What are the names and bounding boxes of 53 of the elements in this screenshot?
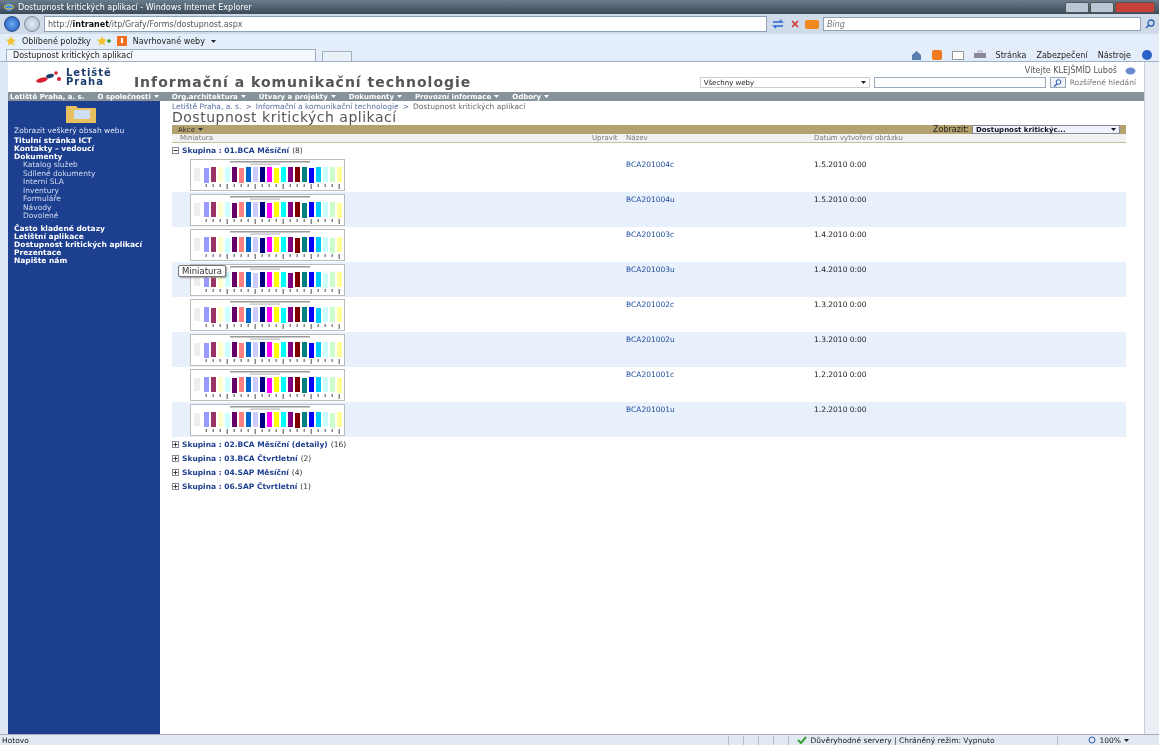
- suggested-sites-button[interactable]: Navrhované weby: [132, 36, 205, 46]
- command-menu[interactable]: Nástroje: [1097, 50, 1131, 60]
- caret-icon: [153, 95, 159, 98]
- check-icon: [796, 736, 807, 744]
- forward-button[interactable]: [24, 16, 40, 32]
- site-search-field[interactable]: [873, 77, 1046, 88]
- caret-icon: [544, 95, 549, 98]
- welcome-menu[interactable]: Vítejte KLEJŠMÍD Luboš: [1024, 66, 1117, 75]
- logo-text: Letiště: [66, 68, 112, 77]
- stop-icon[interactable]: [789, 18, 801, 30]
- minimize-button[interactable]: [1065, 1, 1089, 13]
- refresh-icon[interactable]: [771, 18, 785, 30]
- printer-icon[interactable]: [973, 50, 986, 60]
- caret-icon: [860, 81, 866, 84]
- search-button[interactable]: [1049, 77, 1066, 88]
- page-title: Dostupnost kritických aplikací: [172, 111, 397, 124]
- view-label: Zobrazit:: [933, 125, 969, 134]
- expand-icon[interactable]: [172, 482, 179, 490]
- collapse-icon[interactable]: [172, 146, 179, 154]
- favorites-button[interactable]: Oblíbené položky: [22, 36, 91, 46]
- expand-icon[interactable]: [172, 468, 179, 476]
- folder-icon: [66, 103, 96, 123]
- expand-icon[interactable]: [172, 440, 179, 448]
- command-menu[interactable]: Zabezpečení: [1036, 50, 1088, 60]
- add-favorite-icon[interactable]: [96, 36, 111, 46]
- new-tab-button[interactable]: [322, 51, 352, 61]
- caret-icon: [396, 95, 402, 98]
- suggested-sites-icon: [116, 36, 127, 46]
- maximize-button[interactable]: [1090, 1, 1114, 13]
- zoom-icon[interactable]: [1087, 735, 1097, 745]
- browser-logo-icon: [4, 2, 14, 12]
- caret-icon: [198, 128, 203, 131]
- search-icon[interactable]: [1145, 19, 1155, 29]
- tooltip: Miniatura: [178, 265, 227, 277]
- logo-text: Praha: [66, 77, 104, 86]
- logo-icon: [36, 71, 62, 83]
- address-field[interactable]: http://intranet/itp/Grafy/Forms/dostupnost.aspx: [44, 16, 767, 32]
- mail-icon[interactable]: [951, 50, 964, 60]
- caret-icon: [210, 39, 216, 43]
- browser-tab[interactable]: Dostupnost kritických aplikací: [6, 49, 316, 61]
- search-field[interactable]: Bing: [823, 17, 1141, 31]
- back-button[interactable]: [4, 16, 20, 32]
- caret-icon: [330, 95, 336, 98]
- caret-icon: [1124, 738, 1129, 742]
- home-icon[interactable]: [910, 50, 922, 60]
- window-title: Dostupnost kritických aplikací - Windows Internet Explorer: [18, 2, 252, 12]
- caret-icon: [240, 95, 246, 98]
- star-icon: [6, 36, 16, 46]
- expand-icon[interactable]: [172, 454, 179, 462]
- caret-icon: [1111, 128, 1116, 131]
- site-title: Informační a komunikační technologie: [133, 74, 472, 90]
- command-menu[interactable]: Stránka: [995, 50, 1027, 60]
- caret-icon: [494, 95, 500, 98]
